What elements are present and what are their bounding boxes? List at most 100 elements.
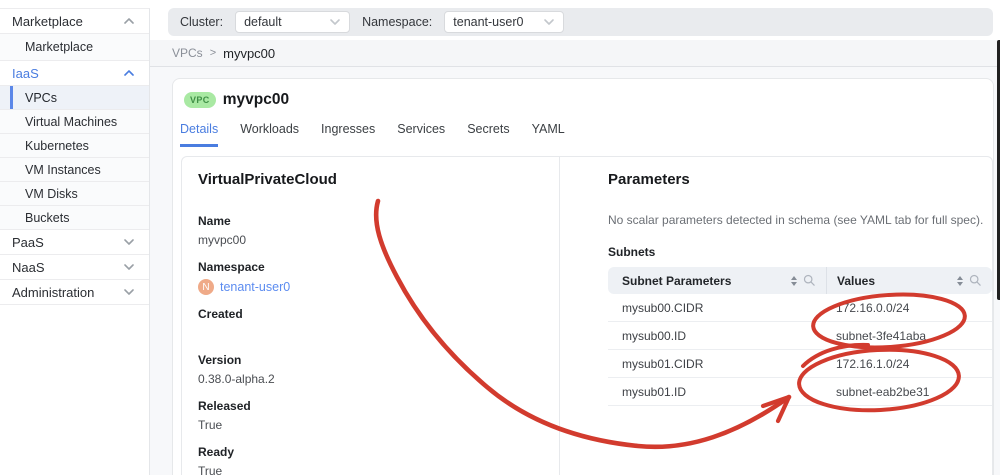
app-window: Marketplace Marketplace IaaS VPCs Virtua… — [0, 0, 1000, 475]
sidebar-item-label: Kubernetes — [25, 138, 89, 153]
field-label: Name — [198, 214, 231, 228]
sidebar-section-label: Marketplace — [12, 13, 83, 29]
tabs: Details Workloads Ingresses Services Sec… — [173, 122, 993, 147]
sidebar-item-label: VM Disks — [25, 186, 78, 201]
search-icon[interactable] — [969, 274, 982, 287]
field-created: Created — [198, 307, 543, 341]
table-row: mysub01.CIDR 172.16.1.0/24 — [608, 350, 992, 378]
subnet-param-cell: mysub01.CIDR — [622, 356, 704, 371]
sidebar-section-naas[interactable]: NaaS — [0, 255, 149, 280]
field-namespace: Namespace N tenant-user0 — [198, 260, 543, 295]
subnet-value-cell: 172.16.0.0/24 — [836, 300, 910, 315]
subnet-param-cell: mysub00.ID — [622, 328, 687, 343]
sidebar-item-virtual-machines[interactable]: Virtual Machines — [0, 110, 149, 134]
chevron-up-icon — [124, 18, 134, 24]
field-value: True — [198, 464, 223, 475]
table-row: mysub01.ID subnet-eab2be31 — [608, 378, 992, 406]
chevron-down-icon — [544, 19, 555, 25]
context-bar: Cluster: default Namespace: tenant-user0 — [168, 8, 993, 36]
subnet-param-cell: mysub00.CIDR — [622, 300, 704, 315]
title-row: VPC myvpc00 — [173, 79, 993, 109]
field-value: myvpc00 — [198, 233, 247, 247]
namespace-select[interactable]: tenant-user0 — [444, 11, 565, 33]
section-heading: Parameters — [608, 171, 690, 188]
sidebar-item-vpcs[interactable]: VPCs — [0, 86, 149, 110]
field-ready: Ready True — [198, 445, 543, 475]
sidebar-item-marketplace[interactable]: Marketplace — [0, 34, 149, 61]
sidebar-item-label: VPCs — [25, 90, 57, 105]
cluster-select[interactable]: default — [235, 11, 351, 33]
column-header-label: Subnet Parameters — [622, 273, 732, 288]
sidebar-item-buckets[interactable]: Buckets — [0, 206, 149, 230]
field-name: Name myvpc00 — [198, 214, 543, 248]
field-label: Ready — [198, 445, 235, 459]
parameters-note: No scalar parameters detected in schema … — [608, 213, 984, 227]
column-header-label: Values — [837, 273, 876, 288]
vpc-kind-badge: VPC — [184, 92, 216, 108]
breadcrumb-separator: > — [209, 47, 217, 59]
chevron-down-icon — [124, 264, 134, 270]
sidebar-section-label: IaaS — [12, 65, 39, 81]
subnets-label: Subnets — [608, 245, 656, 259]
tab-services[interactable]: Services — [397, 122, 445, 147]
breadcrumb-current: myvpc00 — [223, 45, 276, 61]
sidebar-section-label: NaaS — [12, 259, 45, 275]
chevron-down-icon — [330, 19, 340, 25]
field-value — [198, 326, 543, 341]
sidebar-section-iaas[interactable]: IaaS — [0, 61, 149, 86]
field-label: Created — [198, 307, 243, 321]
tab-workloads[interactable]: Workloads — [240, 122, 299, 147]
namespace-link[interactable]: tenant-user0 — [220, 280, 290, 294]
sidebar-item-label: Buckets — [25, 210, 70, 225]
field-label: Version — [198, 353, 242, 367]
column-header-subnet-parameters: Subnet Parameters — [608, 267, 826, 294]
subnet-value-cell: subnet-3fe41aba — [836, 328, 927, 343]
sidebar: Marketplace Marketplace IaaS VPCs Virtua… — [0, 8, 150, 475]
chevron-up-icon — [124, 70, 134, 76]
sidebar-item-vm-instances[interactable]: VM Instances — [0, 158, 149, 182]
details-panel: VirtualPrivateCloud Name myvpc00 Namespa… — [181, 156, 993, 475]
column-header-values: Values — [826, 267, 992, 294]
tab-secrets[interactable]: Secrets — [467, 122, 509, 147]
subnet-value-cell: 172.16.1.0/24 — [836, 356, 910, 371]
subnets-table: Subnet Parameters Values mysub00.CIDR 17… — [608, 267, 992, 406]
breadcrumb-vpcs-link[interactable]: VPCs — [172, 46, 203, 60]
breadcrumb: VPCs > myvpc00 — [150, 40, 1000, 67]
table-row: mysub00.CIDR 172.16.0.0/24 — [608, 294, 992, 322]
namespace-select-value: tenant-user0 — [453, 15, 524, 29]
sidebar-section-marketplace[interactable]: Marketplace — [0, 9, 149, 34]
main-content: VPC myvpc00 Details Workloads Ingresses … — [150, 67, 1000, 475]
cluster-select-value: default — [244, 15, 282, 29]
subnet-param-cell: mysub01.ID — [622, 384, 687, 399]
sidebar-item-label: Marketplace — [25, 40, 94, 54]
tab-details[interactable]: Details — [180, 122, 219, 147]
sort-icon[interactable] — [957, 275, 963, 286]
tab-yaml[interactable]: YAML — [532, 122, 565, 147]
sidebar-section-label: PaaS — [12, 234, 44, 250]
chevron-down-icon — [124, 239, 134, 245]
section-heading: VirtualPrivateCloud — [198, 171, 337, 188]
namespace-avatar: N — [198, 279, 214, 295]
chevron-down-icon — [124, 289, 134, 295]
sidebar-section-label: Administration — [12, 284, 95, 300]
sort-icon[interactable] — [791, 275, 797, 286]
search-icon[interactable] — [803, 274, 816, 287]
field-value: True — [198, 418, 223, 432]
sidebar-item-label: VM Instances — [25, 162, 101, 177]
sidebar-item-vm-disks[interactable]: VM Disks — [0, 182, 149, 206]
field-label: Namespace — [198, 260, 265, 274]
field-label: Released — [198, 399, 251, 413]
field-version: Version 0.38.0-alpha.2 — [198, 353, 543, 387]
vpc-details-section: VirtualPrivateCloud Name myvpc00 Namespa… — [182, 157, 560, 475]
sidebar-section-administration[interactable]: Administration — [0, 280, 149, 305]
sidebar-item-kubernetes[interactable]: Kubernetes — [0, 134, 149, 158]
cluster-label: Cluster: — [180, 15, 224, 29]
page-title: myvpc00 — [222, 91, 290, 108]
resource-card: VPC myvpc00 Details Workloads Ingresses … — [172, 78, 994, 475]
table-row: mysub00.ID subnet-3fe41aba — [608, 322, 992, 350]
tab-ingresses[interactable]: Ingresses — [321, 122, 375, 147]
field-released: Released True — [198, 399, 543, 433]
field-value: 0.38.0-alpha.2 — [198, 372, 275, 386]
namespace-label: Namespace: — [362, 15, 433, 29]
sidebar-section-paas[interactable]: PaaS — [0, 230, 149, 255]
